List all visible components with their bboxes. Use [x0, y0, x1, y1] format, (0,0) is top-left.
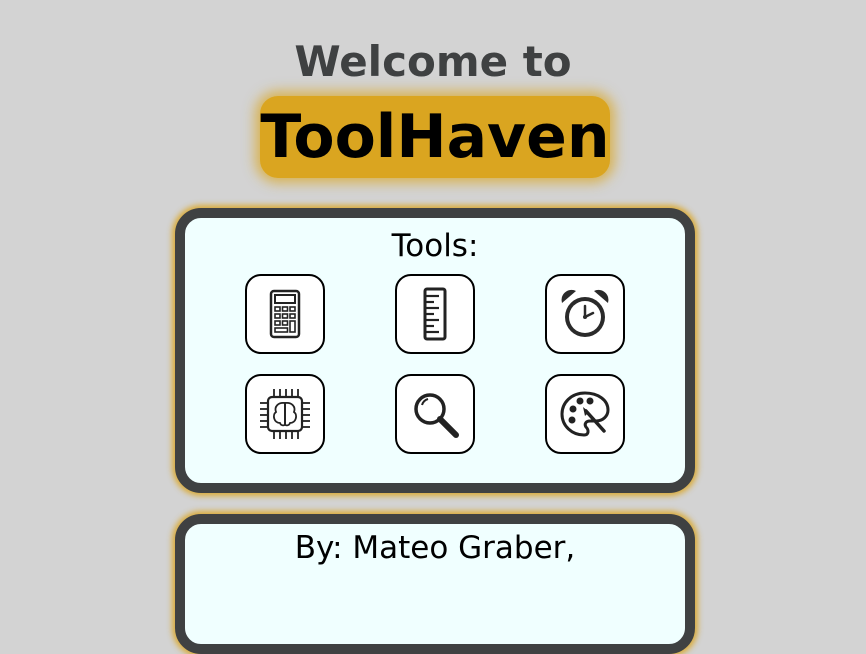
- tool-alarm-clock-button[interactable]: [545, 274, 625, 354]
- brand-title: ToolHaven: [260, 96, 610, 178]
- tools-panel: Tools:: [175, 208, 695, 493]
- tool-calculator-button[interactable]: [245, 274, 325, 354]
- welcome-heading: Welcome to: [294, 37, 572, 86]
- ruler-icon: [423, 287, 447, 341]
- ai-chip-brain-icon: [260, 389, 310, 439]
- tool-ruler-button[interactable]: [395, 274, 475, 354]
- calculator-icon: [269, 289, 301, 339]
- tool-paint-button[interactable]: [545, 374, 625, 454]
- alarm-clock-icon: [561, 289, 609, 337]
- author-panel: By: Mateo Graber,: [175, 514, 695, 654]
- tool-ai-chip-button[interactable]: [245, 374, 325, 454]
- tools-title: Tools:: [391, 228, 479, 264]
- tool-search-button[interactable]: [395, 374, 475, 454]
- author-credit: By: Mateo Graber,: [294, 530, 576, 566]
- paint-palette-icon: [560, 391, 610, 437]
- magnifier-icon: [414, 393, 459, 438]
